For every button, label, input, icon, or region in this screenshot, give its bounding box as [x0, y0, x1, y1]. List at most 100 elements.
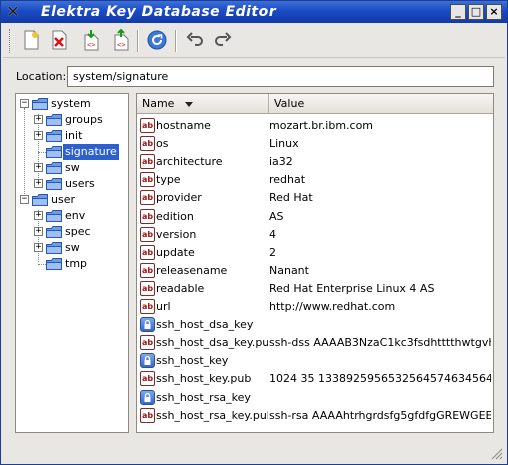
tree-item-label: user — [51, 193, 75, 206]
reload-icon — [147, 30, 167, 50]
expand-icon[interactable]: + — [34, 179, 43, 188]
table-row[interactable]: ssh_host_rsa_key — [137, 389, 493, 407]
resize-grip-icon[interactable] — [491, 448, 503, 460]
table-row[interactable]: ab os Linux — [137, 135, 493, 153]
tree-item-sw[interactable]: + sw — [16, 160, 128, 176]
minimize-button[interactable]: _ — [450, 4, 466, 20]
key-value: Red Hat Enterprise Linux 4 AS — [269, 281, 435, 295]
folder-icon — [46, 242, 62, 254]
key-value: AS — [269, 209, 284, 223]
string-key-icon: ab — [140, 190, 155, 206]
key-name: url — [156, 300, 171, 313]
expand-icon[interactable]: + — [34, 211, 43, 220]
tree-item-label: init — [65, 129, 83, 142]
import-button[interactable]: <> — [79, 28, 103, 52]
expand-icon[interactable]: + — [34, 115, 43, 124]
export-icon: <> — [114, 28, 129, 51]
binary-key-icon — [140, 317, 155, 333]
key-name: ssh_host_rsa_key.pub — [156, 408, 268, 422]
location-label: Location: — [16, 70, 67, 83]
table-row[interactable]: ab ssh_host_key.pub 1024 35 13389259565325… — [137, 370, 493, 388]
delete-key-button[interactable] — [47, 28, 71, 52]
collapse-icon[interactable]: − — [20, 99, 29, 108]
key-value: mozart.br.ibm.com — [269, 119, 374, 132]
table-row[interactable]: ab readable Red Hat Enterprise Linux 4 AS — [137, 280, 493, 298]
tree-item-groups[interactable]: + groups — [16, 112, 128, 128]
tree-item-tmp[interactable]: tmp — [16, 256, 128, 272]
column-header-value[interactable]: Value — [269, 94, 493, 114]
key-name: type — [156, 173, 181, 187]
export-button[interactable]: <> — [109, 28, 133, 52]
key-name: ssh_host_dsa_key — [156, 318, 254, 332]
tree-item-env[interactable]: + env — [16, 208, 128, 224]
table-row[interactable]: ab architecture ia32 — [137, 153, 493, 171]
tree-connector — [38, 152, 46, 153]
import-icon: <> — [84, 30, 99, 51]
table-row[interactable]: ab url http://www.redhat.com — [137, 298, 493, 316]
string-key-icon: ab — [140, 118, 155, 133]
string-key-icon: ab — [140, 136, 155, 152]
folder-icon — [46, 210, 62, 222]
table-row[interactable]: ab provider Red Hat — [137, 189, 493, 207]
tree-item-sw[interactable]: + sw — [16, 240, 128, 256]
key-name: provider — [156, 191, 202, 205]
folder-icon — [46, 178, 62, 190]
redo-icon — [215, 32, 232, 46]
collapse-icon[interactable]: − — [20, 195, 29, 204]
close-button[interactable]: × — [486, 4, 502, 20]
location-input[interactable] — [67, 66, 494, 87]
expand-icon[interactable]: + — [34, 243, 43, 252]
string-key-icon: ab — [140, 262, 155, 278]
key-name: version — [156, 227, 197, 241]
binary-key-icon — [140, 389, 155, 405]
table-row[interactable]: ab type redhat — [137, 171, 493, 189]
tree-item-label: groups — [65, 113, 103, 126]
key-value: ssh-dss AAAAB3NzaC1kc3fsdhtttthwtgvhg... — [269, 336, 491, 350]
tree-connector — [38, 264, 46, 265]
tree-item-spec[interactable]: + spec — [16, 224, 128, 240]
tree-item-label: signature — [63, 144, 119, 160]
undo-button[interactable] — [183, 28, 207, 52]
key-value: 4 — [269, 227, 276, 241]
table-row[interactable]: ab update 2 — [137, 244, 493, 262]
expand-icon[interactable]: + — [34, 131, 43, 140]
app-x-icon[interactable]: ✕ — [4, 3, 22, 21]
table-row[interactable]: ab version 4 — [137, 226, 493, 244]
redo-button[interactable] — [211, 28, 235, 52]
tree-item-system[interactable]: − system — [16, 96, 128, 112]
key-name: ssh_host_key — [156, 354, 229, 368]
expand-icon[interactable]: + — [34, 227, 43, 236]
tree-item-label: users — [65, 177, 95, 190]
tree-item-signature[interactable]: signature — [16, 144, 128, 160]
folder-icon — [32, 98, 48, 110]
key-name: architecture — [156, 155, 223, 169]
key-value: http://www.redhat.com — [269, 300, 396, 313]
tree-item-label: system — [51, 97, 91, 110]
table-row[interactable]: ssh_host_dsa_key — [137, 316, 493, 334]
table-row[interactable]: ab ssh_host_rsa_key.pub ssh-rsa AAAAhtrhgr… — [137, 407, 493, 425]
expand-icon[interactable]: + — [34, 163, 43, 172]
table-row[interactable]: ab edition AS — [137, 208, 493, 226]
table-row[interactable]: ab releasename Nanant — [137, 262, 493, 280]
toolbar-separator — [137, 30, 139, 52]
column-header-name[interactable]: Name — [137, 94, 269, 114]
table-row[interactable]: ssh_host_key — [137, 352, 493, 370]
key-table[interactable]: Name Value ab hostname mozart.br.ibm.com ab… — [136, 93, 494, 433]
tree-item-label: sw — [65, 161, 80, 174]
toolbar-grip[interactable] — [9, 29, 12, 53]
string-key-icon: ab — [140, 407, 155, 423]
key-name: readable — [156, 281, 205, 295]
key-tree[interactable]: − system + groups + init signature + sw + users − us… — [15, 93, 129, 433]
key-value: ssh-rsa AAAAhtrhgrdsfg5gfdfgGREWGEER... — [269, 408, 491, 422]
tree-item-user[interactable]: − user — [16, 192, 128, 208]
maximize-button[interactable]: □ — [468, 4, 484, 20]
reload-button[interactable] — [145, 28, 169, 52]
title-bar[interactable]: ✕ Elektra Key Database Editor _ □ × — [1, 1, 507, 23]
tree-item-users[interactable]: + users — [16, 176, 128, 192]
tree-item-init[interactable]: + init — [16, 128, 128, 144]
string-key-icon: ab — [140, 172, 155, 188]
key-name: edition — [156, 209, 194, 223]
table-row[interactable]: ab ssh_host_dsa_key.pub ssh-dss AAAAB3NzaC… — [137, 334, 493, 352]
new-key-button[interactable] — [19, 28, 43, 52]
table-row[interactable]: ab hostname mozart.br.ibm.com — [137, 117, 493, 135]
